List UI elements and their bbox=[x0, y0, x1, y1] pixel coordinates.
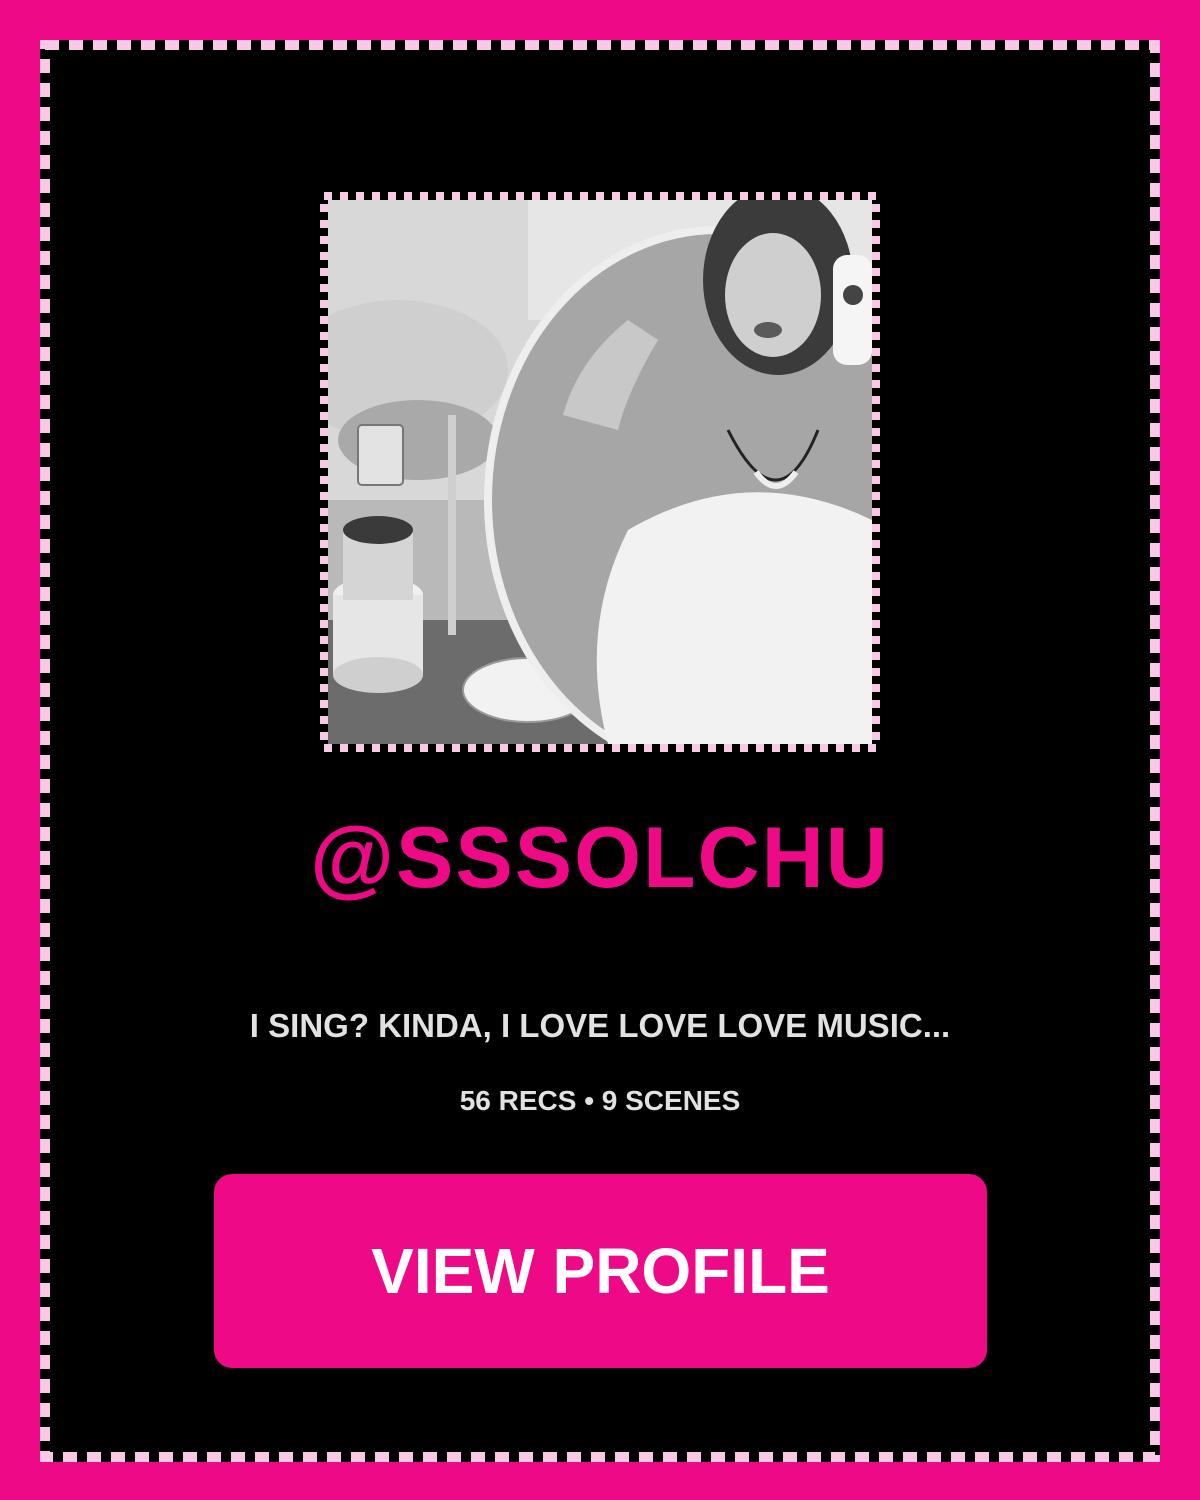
profile-photo-frame bbox=[320, 192, 880, 752]
profile-photo-image bbox=[328, 200, 872, 744]
view-profile-button[interactable]: VIEW PROFILE bbox=[214, 1174, 987, 1368]
profile-handle: @SSSOLCHU bbox=[310, 810, 890, 906]
profile-bio: I SING? KINDA, I LOVE LOVE LOVE MUSIC... bbox=[249, 1007, 951, 1044]
profile-photo bbox=[328, 200, 872, 744]
profile-stats: 56 RECS • 9 SCENES bbox=[459, 1085, 741, 1116]
